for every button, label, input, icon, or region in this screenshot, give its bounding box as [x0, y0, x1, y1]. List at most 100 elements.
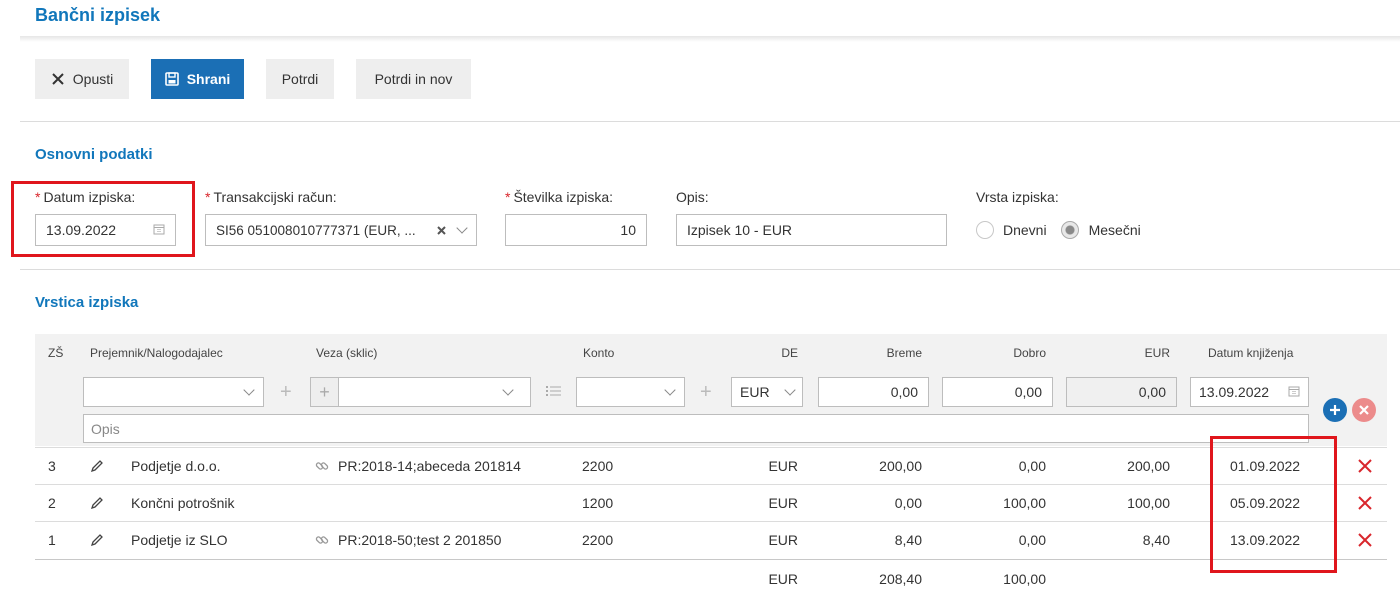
- total-currency: EUR: [768, 571, 798, 587]
- statement-number-input[interactable]: 10: [505, 214, 647, 246]
- description-input[interactable]: Izpisek 10 - EUR: [676, 214, 947, 246]
- description-label: Opis:: [676, 189, 709, 205]
- statement-type-radio-group: Dnevni Mesečni: [976, 221, 1141, 239]
- bank-account-value: SI56 051008010777371 (EUR, ...: [216, 222, 416, 238]
- debit-input[interactable]: 0,00: [818, 377, 929, 407]
- page-title: Bančni izpisek: [35, 5, 161, 25]
- save-button-label: Shrani: [186, 71, 231, 87]
- posting-date-input[interactable]: 13.09.2022: [1190, 377, 1309, 407]
- col-header-currency: DE: [781, 346, 798, 360]
- save-button[interactable]: Shrani: [151, 59, 244, 99]
- table-row[interactable]: 3 Podjetje d.o.o. PR:2018-14;abeceda 201…: [35, 447, 1387, 484]
- table-bottom-divider: [35, 559, 1387, 560]
- statement-number-label: * Številka izpiska:: [505, 189, 614, 205]
- chevron-down-icon: [784, 384, 796, 396]
- calendar-icon[interactable]: [153, 222, 165, 238]
- edit-icon[interactable]: [90, 459, 104, 476]
- cancel-button-label: Opusti: [72, 71, 114, 87]
- confirm-button[interactable]: Potrdi: [266, 59, 334, 99]
- col-header-recipient: Prejemnik/Nalogodajalec: [90, 346, 223, 360]
- row-currency: EUR: [768, 495, 798, 511]
- statement-date-input[interactable]: 13.09.2022: [35, 214, 176, 246]
- add-line-button[interactable]: [1323, 398, 1347, 422]
- total-debit: 208,40: [879, 571, 922, 587]
- confirm-and-new-button-label: Potrdi in nov: [374, 71, 453, 87]
- row-number: 3: [48, 458, 56, 474]
- header-divider: [20, 36, 1400, 42]
- toolbar-divider: [20, 121, 1400, 122]
- col-header-posting-date: Datum knjiženja: [1208, 346, 1294, 360]
- row-credit: 0,00: [1018, 532, 1046, 548]
- row-number: 2: [48, 495, 56, 511]
- table-row[interactable]: 1 Podjetje iz SLO PR:2018-50;test 2 2018…: [35, 521, 1387, 558]
- statement-date-value: 13.09.2022: [46, 222, 117, 238]
- calendar-icon[interactable]: [1288, 384, 1300, 400]
- total-credit: 100,00: [1003, 571, 1046, 587]
- credit-input[interactable]: 0,00: [942, 377, 1053, 407]
- floppy-disk-icon: [164, 72, 179, 86]
- row-debit: 200,00: [879, 458, 922, 474]
- col-header-reference: Veza (sklic): [316, 346, 378, 360]
- chevron-down-icon: [243, 384, 255, 396]
- confirm-button-label: Potrdi: [281, 71, 319, 87]
- col-header-konto: Konto: [583, 346, 615, 360]
- clear-line-button[interactable]: [1352, 398, 1376, 422]
- col-header-debit: Breme: [886, 346, 922, 360]
- recipient-select[interactable]: [83, 377, 264, 407]
- row-reference: PR:2018-50;test 2 201850: [338, 532, 502, 548]
- add-konto-icon[interactable]: +: [700, 381, 712, 404]
- chevron-down-icon: [664, 384, 676, 396]
- row-credit: 100,00: [1003, 495, 1046, 511]
- row-currency: EUR: [768, 458, 798, 474]
- link-icon[interactable]: [315, 533, 329, 550]
- statement-date-label: * Datum izpiska:: [35, 189, 136, 205]
- plus-icon: [1330, 405, 1340, 415]
- delete-row-icon[interactable]: [1358, 531, 1372, 551]
- add-recipient-icon[interactable]: +: [280, 381, 292, 404]
- row-konto: 1200: [582, 495, 614, 511]
- confirm-and-new-button[interactable]: Potrdi in nov: [356, 59, 471, 99]
- posting-date-highlight-box: [1210, 436, 1337, 573]
- row-eur: 200,00: [1127, 458, 1170, 474]
- row-number: 1: [48, 532, 56, 548]
- row-reference: PR:2018-14;abeceda 201814: [338, 458, 521, 474]
- bank-account-select[interactable]: SI56 051008010777371 (EUR, ...: [205, 214, 477, 246]
- row-eur: 100,00: [1127, 495, 1170, 511]
- bank-account-label: * Transakcijski račun:: [205, 189, 337, 205]
- line-description-input[interactable]: Opis: [83, 414, 1309, 443]
- table-row[interactable]: 2 Končni potrošnik 1200 EUR 0,00 100,00 …: [35, 484, 1387, 521]
- currency-select[interactable]: EUR: [731, 377, 803, 407]
- konto-select[interactable]: [576, 377, 685, 407]
- radio-daily[interactable]: [976, 221, 994, 239]
- row-recipient: Podjetje iz SLO: [131, 532, 228, 548]
- radio-monthly-label: Mesečni: [1088, 222, 1141, 238]
- row-eur: 8,40: [1142, 532, 1170, 548]
- list-icon[interactable]: [546, 384, 562, 401]
- col-header-credit: Dobro: [1013, 346, 1046, 360]
- reference-select[interactable]: +: [310, 377, 531, 407]
- row-currency: EUR: [768, 532, 798, 548]
- col-header-zs: ZŠ: [48, 346, 64, 360]
- section-divider: [20, 269, 1400, 270]
- edit-icon[interactable]: [90, 496, 104, 513]
- radio-monthly[interactable]: [1060, 221, 1079, 239]
- row-konto: 2200: [582, 458, 614, 474]
- delete-row-icon[interactable]: [1358, 457, 1372, 477]
- currency-value: EUR: [740, 384, 770, 400]
- cancel-button[interactable]: Opusti: [35, 59, 129, 99]
- row-debit: 0,00: [894, 495, 922, 511]
- radio-daily-label: Dnevni: [1003, 222, 1047, 238]
- clear-icon[interactable]: [437, 222, 446, 238]
- basic-data-heading: Osnovni podatki: [35, 146, 153, 163]
- link-icon[interactable]: [315, 459, 329, 476]
- statement-type-label: Vrsta izpiska:: [976, 189, 1059, 205]
- edit-icon[interactable]: [90, 533, 104, 550]
- row-debit: 8,40: [894, 532, 922, 548]
- close-icon: [1359, 405, 1369, 415]
- delete-row-icon[interactable]: [1358, 494, 1372, 514]
- chevron-down-icon: [502, 384, 514, 396]
- row-recipient: Končni potrošnik: [131, 495, 235, 511]
- col-header-eur: EUR: [1144, 346, 1170, 360]
- chevron-down-icon[interactable]: [456, 222, 468, 234]
- add-reference-icon[interactable]: +: [311, 378, 339, 406]
